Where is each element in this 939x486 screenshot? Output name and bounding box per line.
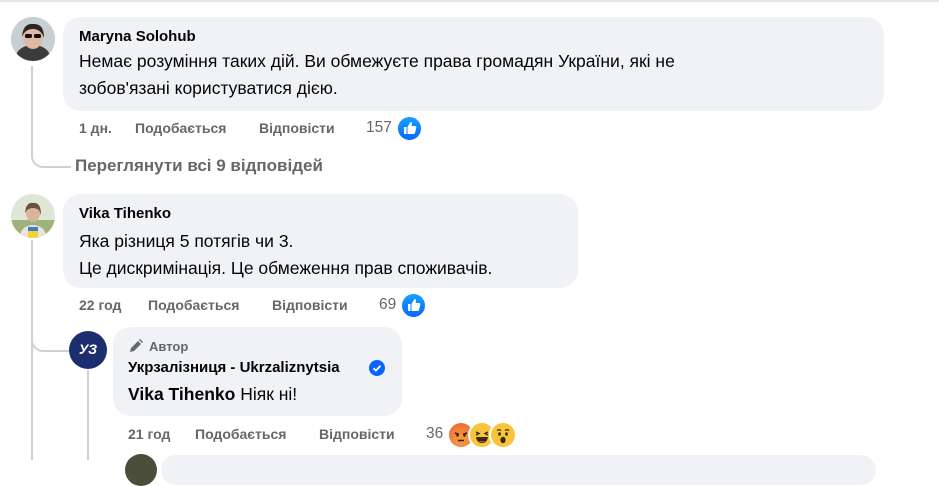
reaction-count[interactable]: 69 — [379, 296, 396, 314]
avatar[interactable]: УЗ — [69, 331, 107, 369]
comment-timestamp[interactable]: 22 год — [79, 297, 121, 313]
avatar[interactable] — [11, 17, 55, 61]
reply-text: Vika Tihenko Ніяк ні! — [128, 381, 297, 408]
avatar[interactable] — [125, 454, 157, 486]
comment-text-line: Яка різниця 5 потягів чи 3. — [79, 231, 294, 251]
like-button[interactable]: Подобається — [195, 426, 286, 442]
avatar-logo-text: УЗ — [78, 341, 98, 357]
avatar[interactable] — [11, 194, 55, 238]
comment-author[interactable]: Maryna Solohub — [79, 28, 196, 45]
comment-text-line: зобов'язані користуватися дією. — [79, 78, 338, 98]
pencil-icon — [128, 338, 144, 359]
view-replies-link[interactable]: Переглянути всі 9 відповідей — [75, 156, 323, 176]
reply-text-body: Ніяк ні! — [235, 384, 298, 404]
reaction-count[interactable]: 36 — [426, 425, 443, 443]
top-divider — [0, 0, 939, 2]
mention-link[interactable]: Vika Tihenko — [128, 384, 235, 404]
comment-author[interactable]: Укрзалізниця - Ukrzaliznytsia — [128, 359, 340, 376]
comment-author[interactable]: Vika Tihenko — [79, 205, 171, 222]
reply-button[interactable]: Відповісти — [272, 297, 348, 313]
like-icon — [400, 292, 427, 319]
reply-button[interactable]: Відповісти — [319, 426, 395, 442]
author-badge-label: Автор — [149, 339, 189, 354]
thread-line — [31, 240, 33, 460]
comment-timestamp[interactable]: 1 дн. — [79, 120, 112, 136]
comment-text-line: Це дискримінація. Це обмеження прав спож… — [79, 258, 493, 278]
reaction-count[interactable]: 157 — [366, 119, 392, 137]
wow-icon — [489, 421, 517, 449]
thread-line — [87, 370, 89, 460]
comment-text-line: Немає розуміння таких дій. Ви обмежуєте … — [79, 51, 675, 71]
like-button[interactable]: Подобається — [135, 120, 226, 136]
like-button[interactable]: Подобається — [148, 297, 239, 313]
comment-timestamp[interactable]: 21 год — [128, 426, 170, 442]
like-icon — [396, 115, 423, 142]
reply-button[interactable]: Відповісти — [259, 120, 335, 136]
thread-elbow — [31, 140, 71, 168]
thread-elbow — [31, 328, 71, 352]
verified-badge-icon — [369, 360, 385, 381]
